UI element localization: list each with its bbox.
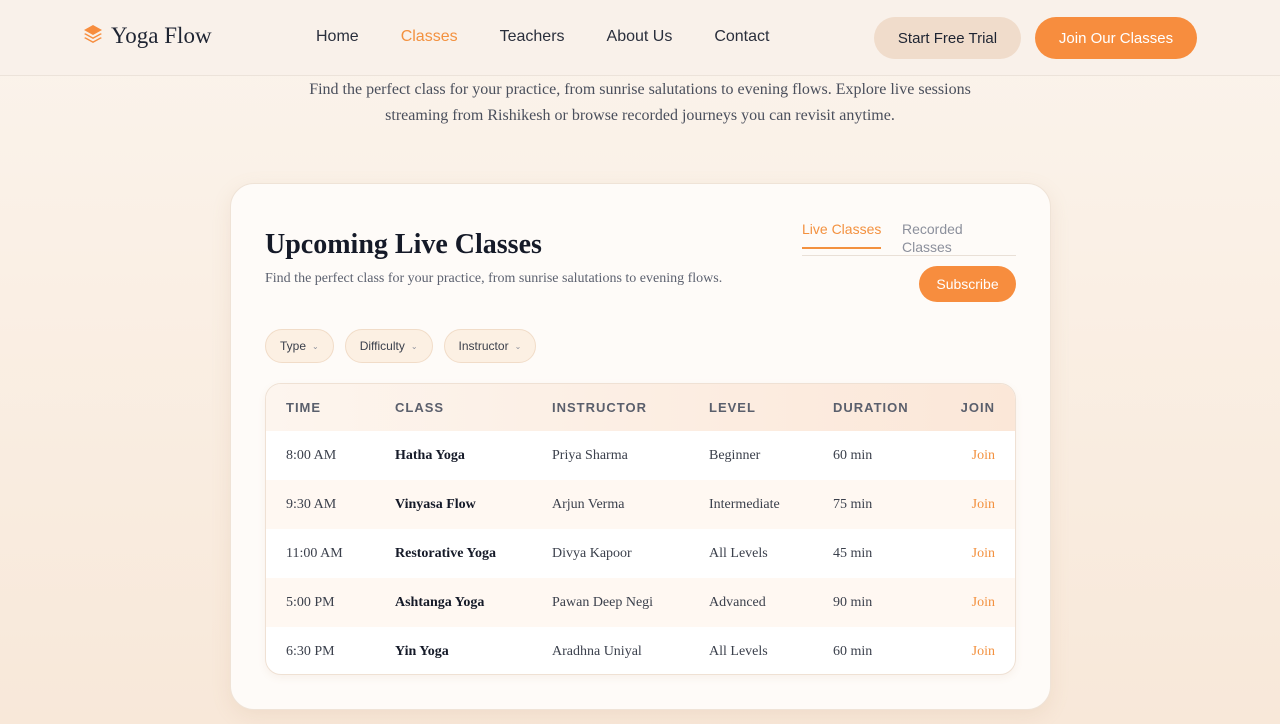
join-link[interactable]: Join bbox=[933, 627, 1015, 674]
table-row: 11:00 AM Restorative Yoga Divya Kapoor A… bbox=[266, 529, 1015, 578]
cell-instructor: Priya Sharma bbox=[552, 447, 628, 463]
nav-home[interactable]: Home bbox=[316, 27, 359, 47]
column-header-class: CLASS bbox=[395, 400, 445, 415]
live-classes-card: Upcoming Live Classes Find the perfect c… bbox=[230, 183, 1051, 710]
cell-time: 9:30 AM bbox=[286, 496, 337, 512]
cell-instructor: Divya Kapoor bbox=[552, 545, 632, 561]
filter-type[interactable]: Type ⌄ bbox=[265, 329, 334, 363]
nav-teachers[interactable]: Teachers bbox=[500, 27, 565, 47]
cell-class: Vinyasa Flow bbox=[395, 496, 476, 512]
top-navigation-bar: Yoga Flow Home Classes Teachers About Us… bbox=[0, 0, 1280, 76]
cell-time: 5:00 PM bbox=[286, 594, 335, 610]
layers-icon bbox=[83, 24, 103, 49]
main-nav: Home Classes Teachers About Us Contact bbox=[316, 27, 811, 47]
nav-about-us[interactable]: About Us bbox=[607, 27, 673, 47]
cell-duration: 90 min bbox=[833, 594, 873, 610]
table-row: 6:30 PM Yin Yoga Aradhna Uniyal All Leve… bbox=[266, 627, 1015, 674]
cell-level: Intermediate bbox=[709, 496, 780, 512]
cell-level: All Levels bbox=[709, 545, 768, 561]
cell-duration: 45 min bbox=[833, 545, 873, 561]
card-title: Upcoming Live Classes bbox=[265, 229, 542, 260]
cell-duration: 60 min bbox=[833, 447, 873, 463]
join-link[interactable]: Join bbox=[933, 578, 1015, 627]
join-link[interactable]: Join bbox=[933, 480, 1015, 529]
table-row: 8:00 AM Hatha Yoga Priya Sharma Beginner… bbox=[266, 431, 1015, 480]
schedule-table: TIME CLASS INSTRUCTOR LEVEL DURATION JOI… bbox=[265, 383, 1016, 675]
brand-logo[interactable]: Yoga Flow bbox=[83, 23, 212, 49]
brand-name: Yoga Flow bbox=[111, 23, 212, 48]
cell-level: Beginner bbox=[709, 447, 761, 463]
cell-time: 6:30 PM bbox=[286, 643, 335, 659]
table-row: 9:30 AM Vinyasa Flow Arjun Verma Interme… bbox=[266, 480, 1015, 529]
cell-time: 8:00 AM bbox=[286, 447, 337, 463]
column-header-join: JOIN bbox=[960, 400, 995, 415]
nav-contact[interactable]: Contact bbox=[714, 27, 769, 47]
class-tabs: Live Classes Recorded Classes bbox=[802, 220, 1016, 256]
chevron-down-icon: ⌄ bbox=[514, 341, 522, 351]
join-link[interactable]: Join bbox=[933, 431, 1015, 480]
tab-live-classes[interactable]: Live Classes bbox=[802, 220, 882, 249]
start-free-trial-button[interactable]: Start Free Trial bbox=[874, 17, 1021, 59]
cell-class: Restorative Yoga bbox=[395, 545, 496, 561]
table-row: 5:00 PM Ashtanga Yoga Pawan Deep Negi Ad… bbox=[266, 578, 1015, 627]
cell-time: 11:00 AM bbox=[286, 545, 343, 561]
cell-level: Advanced bbox=[709, 594, 766, 610]
table-header-row: TIME CLASS INSTRUCTOR LEVEL DURATION JOI… bbox=[266, 384, 1015, 431]
filter-label: Difficulty bbox=[359, 339, 405, 353]
cell-class: Ashtanga Yoga bbox=[395, 594, 485, 610]
chevron-down-icon: ⌄ bbox=[410, 341, 418, 351]
filter-difficulty[interactable]: Difficulty ⌄ bbox=[344, 329, 433, 363]
column-header-time: TIME bbox=[286, 400, 322, 415]
cell-instructor: Pawan Deep Negi bbox=[552, 594, 654, 610]
intro-text: Find the perfect class for your practice… bbox=[309, 81, 971, 124]
column-header-duration: DURATION bbox=[833, 400, 909, 415]
filter-bar: Type ⌄ Difficulty ⌄ Instructor ⌄ bbox=[265, 329, 537, 363]
join-link[interactable]: Join bbox=[933, 529, 1015, 578]
cell-duration: 75 min bbox=[833, 496, 873, 512]
join-our-classes-button[interactable]: Join Our Classes bbox=[1035, 17, 1197, 59]
filter-label: Instructor bbox=[458, 339, 509, 353]
cell-class: Hatha Yoga bbox=[395, 447, 465, 463]
cell-instructor: Aradhna Uniyal bbox=[552, 643, 642, 659]
cell-level: All Levels bbox=[709, 643, 768, 659]
chevron-down-icon: ⌄ bbox=[312, 341, 319, 351]
tab-recorded-classes[interactable]: Recorded Classes bbox=[902, 220, 1016, 256]
subscribe-button[interactable]: Subscribe bbox=[919, 266, 1016, 302]
column-header-level: LEVEL bbox=[709, 400, 756, 415]
cell-instructor: Arjun Verma bbox=[552, 496, 625, 512]
nav-classes[interactable]: Classes bbox=[401, 27, 458, 47]
cell-class: Yin Yoga bbox=[395, 643, 449, 659]
column-header-instructor: INSTRUCTOR bbox=[552, 400, 647, 415]
filter-instructor[interactable]: Instructor ⌄ bbox=[443, 329, 537, 363]
card-subtitle: Find the perfect class for your practice… bbox=[265, 271, 723, 286]
cell-duration: 60 min bbox=[833, 643, 873, 659]
filter-label: Type bbox=[280, 339, 307, 353]
